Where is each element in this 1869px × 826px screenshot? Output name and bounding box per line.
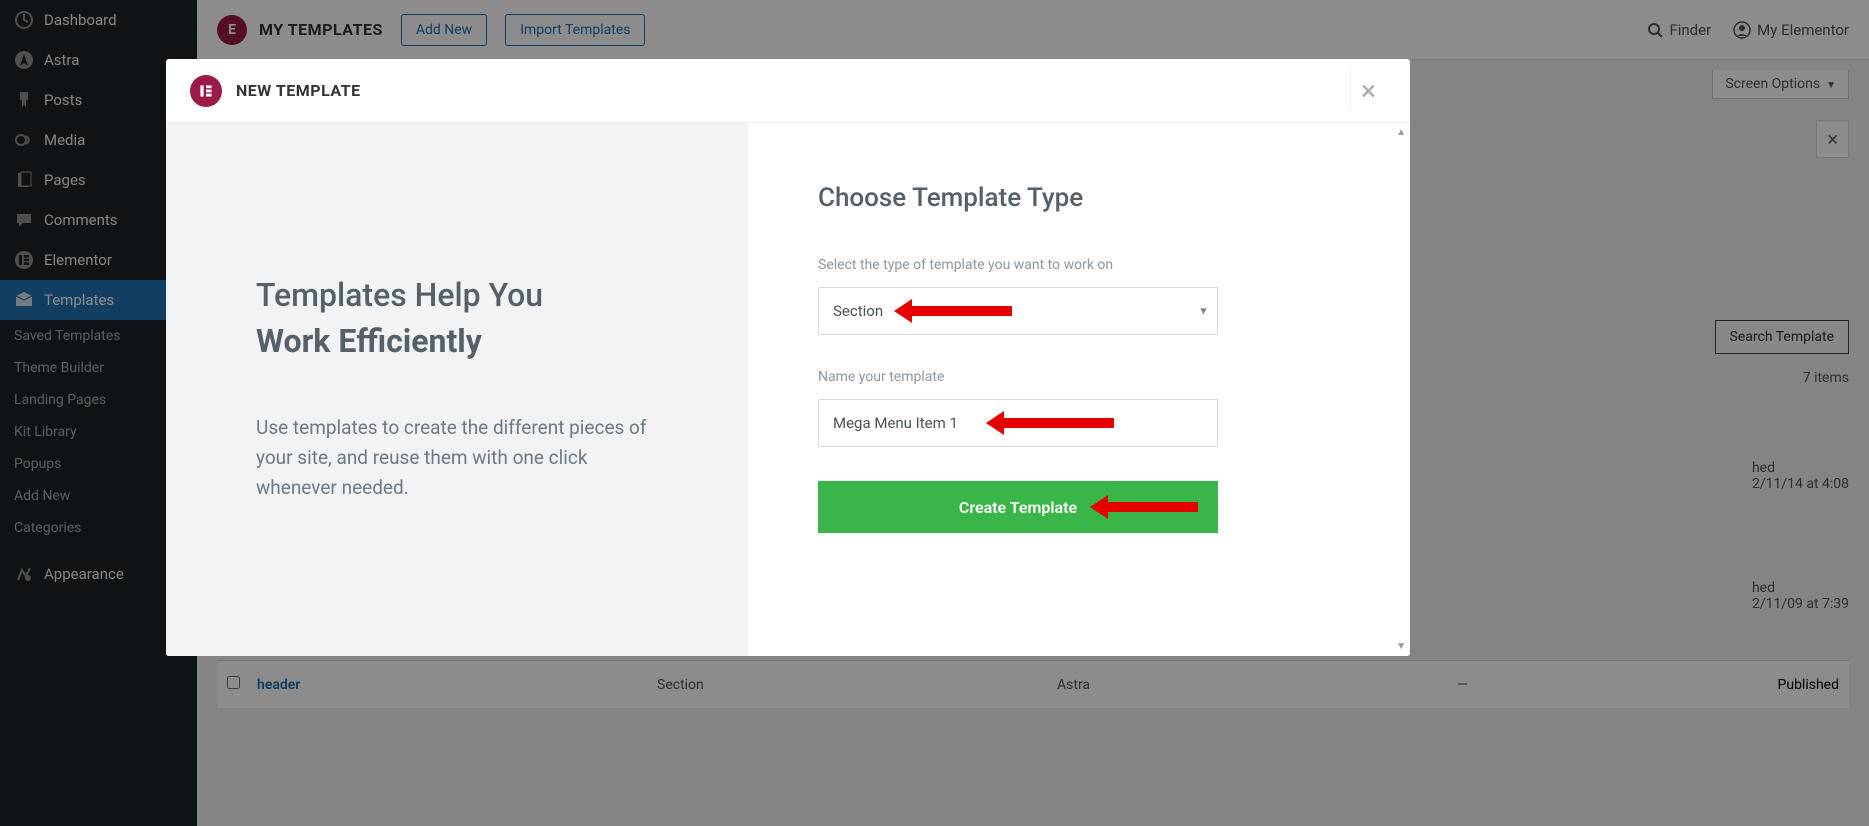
name-template-label: Name your template <box>818 369 1340 385</box>
choose-type-heading: Choose Template Type <box>818 183 1340 213</box>
select-type-label: Select the type of template you want to … <box>818 257 1340 273</box>
modal-description: Use templates to create the different pi… <box>256 413 658 504</box>
close-icon[interactable]: × <box>1350 70 1386 111</box>
scroll-down-icon[interactable]: ▼ <box>1396 641 1406 652</box>
template-name-input[interactable] <box>818 399 1218 447</box>
template-type-select[interactable]: Section <box>818 287 1218 335</box>
new-template-modal: NEW TEMPLATE × Templates Help You Work E… <box>166 59 1410 656</box>
scroll-up-icon[interactable]: ▲ <box>1396 127 1406 138</box>
modal-left-panel: Templates Help You Work Efficiently Use … <box>166 123 748 656</box>
template-type-select-wrap: Section ▼ <box>818 287 1340 335</box>
modal-body: Templates Help You Work Efficiently Use … <box>166 123 1410 656</box>
elementor-logo-icon <box>190 75 222 107</box>
modal-title: NEW TEMPLATE <box>236 81 361 100</box>
modal-right-panel: ▲ Choose Template Type Select the type o… <box>748 123 1410 656</box>
create-template-button[interactable]: Create Template <box>818 481 1218 533</box>
modal-headline: Templates Help You Work Efficiently <box>256 275 658 362</box>
modal-header: NEW TEMPLATE × <box>166 59 1410 123</box>
